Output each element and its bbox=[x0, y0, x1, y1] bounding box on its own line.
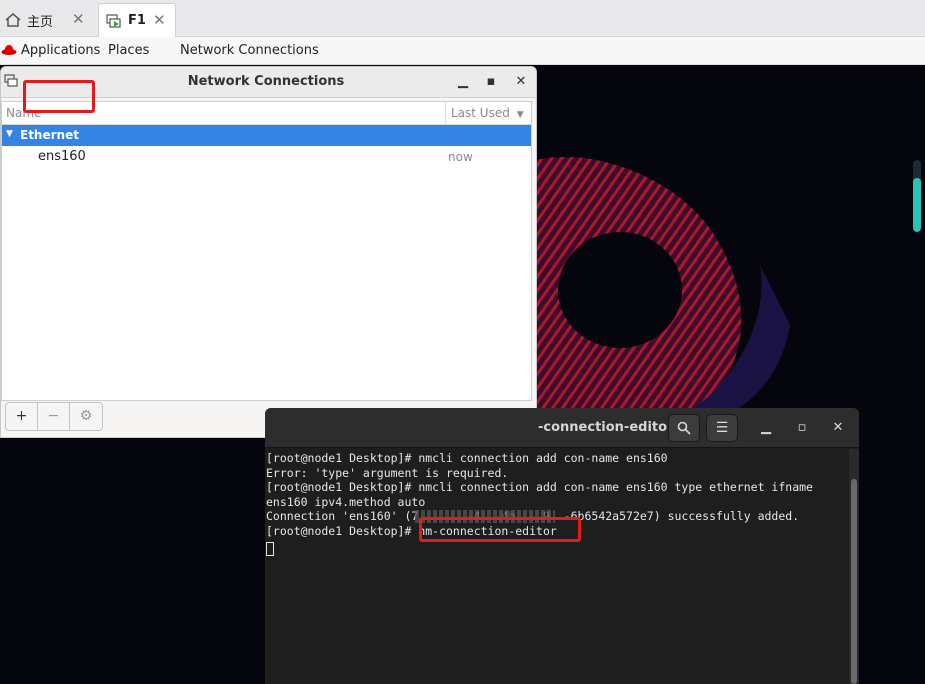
minimize-icon[interactable]: ▁ bbox=[757, 419, 775, 437]
gear-icon[interactable]: ⚙ bbox=[70, 403, 102, 430]
connection-name: ens160 bbox=[38, 149, 86, 164]
terminal-window: -connection-editor ☰ ▁ ▫ ✕ [root@node1 D… bbox=[265, 408, 859, 684]
places-menu[interactable]: Places bbox=[108, 43, 149, 58]
terminal-title: -connection-editor bbox=[538, 420, 674, 435]
connection-list: Name Last Used ▼ ▼ Ethernet ens160 now bbox=[1, 101, 532, 401]
column-header-last-used-label: Last Used bbox=[451, 106, 510, 120]
vm-console-icon bbox=[106, 13, 121, 28]
column-header-last-used[interactable]: Last Used ▼ bbox=[445, 102, 531, 124]
tab-home[interactable]: 主页 ✕ bbox=[0, 3, 94, 37]
sort-down-icon: ▼ bbox=[516, 110, 524, 120]
redhat-icon bbox=[1, 45, 17, 55]
gnome-top-bar: Applications Places Network Connections bbox=[0, 37, 925, 65]
home-icon bbox=[5, 13, 21, 27]
tab-f1[interactable]: F1 ✕ bbox=[98, 3, 176, 37]
close-icon[interactable]: ✕ bbox=[512, 73, 530, 91]
group-label: Ethernet bbox=[20, 128, 79, 142]
connection-toolbar: + − ⚙ bbox=[5, 402, 103, 431]
remove-connection-button[interactable]: − bbox=[38, 403, 70, 430]
hamburger-menu-icon[interactable]: ☰ bbox=[706, 414, 738, 442]
highlight-box-ens160 bbox=[23, 80, 95, 113]
close-icon[interactable]: ✕ bbox=[153, 11, 166, 29]
terminal-output[interactable]: [root@node1 Desktop]# nmcli connection a… bbox=[265, 449, 849, 684]
maximize-icon[interactable]: ▪ bbox=[482, 73, 500, 91]
applications-menu[interactable]: Applications bbox=[21, 43, 100, 58]
desktop-scrollbar[interactable] bbox=[913, 160, 921, 232]
browser-tab-bar: 主页 ✕ F1 ✕ bbox=[0, 0, 925, 37]
terminal-line: ens160 ipv4.method auto bbox=[266, 494, 426, 509]
close-icon[interactable]: ✕ bbox=[829, 419, 847, 437]
close-icon[interactable]: ✕ bbox=[72, 10, 85, 28]
tab-f1-label: F1 bbox=[128, 13, 146, 28]
network-connections-window: Network Connections ▁ ▪ ✕ Name Last Used… bbox=[0, 66, 537, 438]
highlight-box-command bbox=[419, 517, 581, 542]
terminal-cursor bbox=[266, 542, 274, 556]
connection-row-ens160[interactable]: ens160 now bbox=[2, 146, 531, 170]
tab-home-label: 主页 bbox=[27, 14, 54, 30]
terminal-line: Error: 'type' argument is required. bbox=[266, 465, 509, 480]
group-row-ethernet[interactable]: ▼ Ethernet bbox=[2, 125, 531, 146]
terminal-headerbar[interactable]: -connection-editor ☰ ▁ ▫ ✕ bbox=[265, 408, 859, 448]
maximize-icon[interactable]: ▫ bbox=[793, 419, 811, 437]
connection-last-used: now bbox=[448, 150, 473, 164]
terminal-line: [root@node1 Desktop]# nmcli connection a… bbox=[266, 480, 813, 494]
expander-down-icon[interactable]: ▼ bbox=[6, 129, 13, 139]
terminal-scrollbar[interactable] bbox=[849, 449, 859, 684]
minimize-icon[interactable]: ▁ bbox=[454, 73, 472, 91]
active-app-name[interactable]: Network Connections bbox=[180, 43, 319, 58]
add-connection-button[interactable]: + bbox=[6, 403, 38, 430]
search-icon[interactable] bbox=[668, 414, 700, 442]
terminal-line: [root@node1 Desktop]# nmcli connection a… bbox=[266, 451, 668, 465]
